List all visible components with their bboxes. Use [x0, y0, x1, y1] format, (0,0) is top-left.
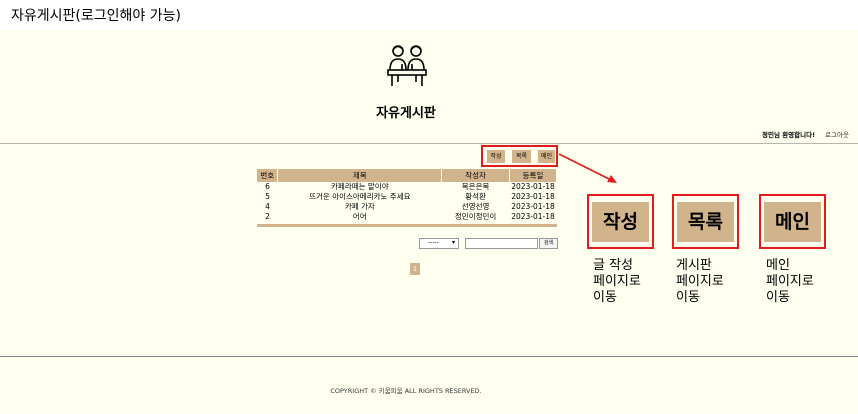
copyright-text: COPYRIGHT © 키움피움 ALL RIGHTS RESERVED. — [330, 387, 482, 395]
column-header-date: 등록일 — [509, 169, 557, 182]
column-header-author: 작성자 — [441, 169, 511, 182]
table-row[interactable]: 4 카페 가자 선영선영 2023-01-18 — [257, 202, 557, 212]
header-divider — [0, 143, 858, 144]
row-num: 5 — [265, 192, 270, 201]
table-bottom-bar — [257, 224, 557, 227]
write-button-large[interactable]: 작성 — [592, 202, 649, 242]
search-type-value: ----- — [428, 239, 439, 246]
table-row[interactable]: 5 뜨거운 아이스아메리카노 주세요 황석환 2023-01-18 — [257, 192, 557, 202]
row-title[interactable]: 뜨거운 아이스아메리카노 주세요 — [278, 192, 442, 202]
column-header-num: 번호 — [257, 169, 279, 182]
row-title[interactable]: 어어 — [278, 212, 442, 222]
chevron-down-icon: ▾ — [451, 239, 455, 246]
search-input[interactable] — [465, 238, 538, 249]
main-button-large[interactable]: 메인 — [764, 202, 821, 242]
page-caption: 자유게시판(로그인해야 가능) — [11, 8, 181, 24]
write-button-small[interactable]: 작성 — [487, 150, 505, 163]
arrow-icon — [558, 153, 617, 183]
search-button[interactable]: 검색 — [539, 238, 558, 249]
table-row[interactable]: 2 어어 정민이정민이 2023-01-18 — [257, 212, 557, 222]
search-type-select[interactable]: ----- ▾ — [419, 238, 459, 249]
row-title[interactable]: 카페라떼는 맡이야 — [278, 182, 442, 192]
list-button-large[interactable]: 목록 — [677, 202, 734, 242]
people-logo-icon — [387, 45, 427, 86]
row-date: 2023-01-18 — [511, 192, 555, 201]
table-row[interactable]: 6 카페라떼는 맡이야 목은은목 2023-01-18 — [257, 182, 557, 192]
highlight-box-list: 목록 — [672, 194, 739, 249]
row-author: 목은은목 — [461, 182, 490, 191]
row-num: 4 — [265, 202, 270, 211]
main-description: 메인 페이지로 이동 — [766, 258, 814, 305]
write-description: 글 작성 페이지로 이동 — [593, 258, 641, 305]
row-date: 2023-01-18 — [511, 202, 555, 211]
main-button-small[interactable]: 메인 — [538, 150, 555, 163]
column-header-title: 제목 — [277, 169, 443, 182]
row-author: 정민이정민이 — [454, 212, 497, 221]
highlight-box-write: 작성 — [587, 194, 654, 249]
list-button-small[interactable]: 목록 — [512, 150, 531, 163]
pagination-page[interactable]: 1 — [410, 263, 420, 275]
row-author: 선영선영 — [461, 202, 490, 211]
row-author: 황석환 — [465, 192, 486, 201]
row-num: 6 — [265, 182, 270, 191]
list-description: 게시판 페이지로 이동 — [676, 258, 724, 305]
highlight-box-main: 메인 — [759, 194, 826, 249]
row-num: 2 — [265, 212, 270, 221]
row-date: 2023-01-18 — [511, 212, 555, 221]
footer-divider — [0, 356, 858, 357]
row-date: 2023-01-18 — [511, 182, 555, 191]
table-header-row: 번호 제목 작성자 등록일 — [257, 169, 557, 182]
logout-link[interactable]: 로그아웃 — [825, 129, 849, 139]
board-title: 자유게시판 — [376, 106, 436, 121]
welcome-message: 정민님 환영합니다! — [762, 131, 816, 139]
board-table: 번호 제목 작성자 등록일 6 카페라떼는 맡이야 목은은목 2023-01-1… — [257, 169, 557, 222]
row-title[interactable]: 카페 가자 — [278, 202, 442, 212]
